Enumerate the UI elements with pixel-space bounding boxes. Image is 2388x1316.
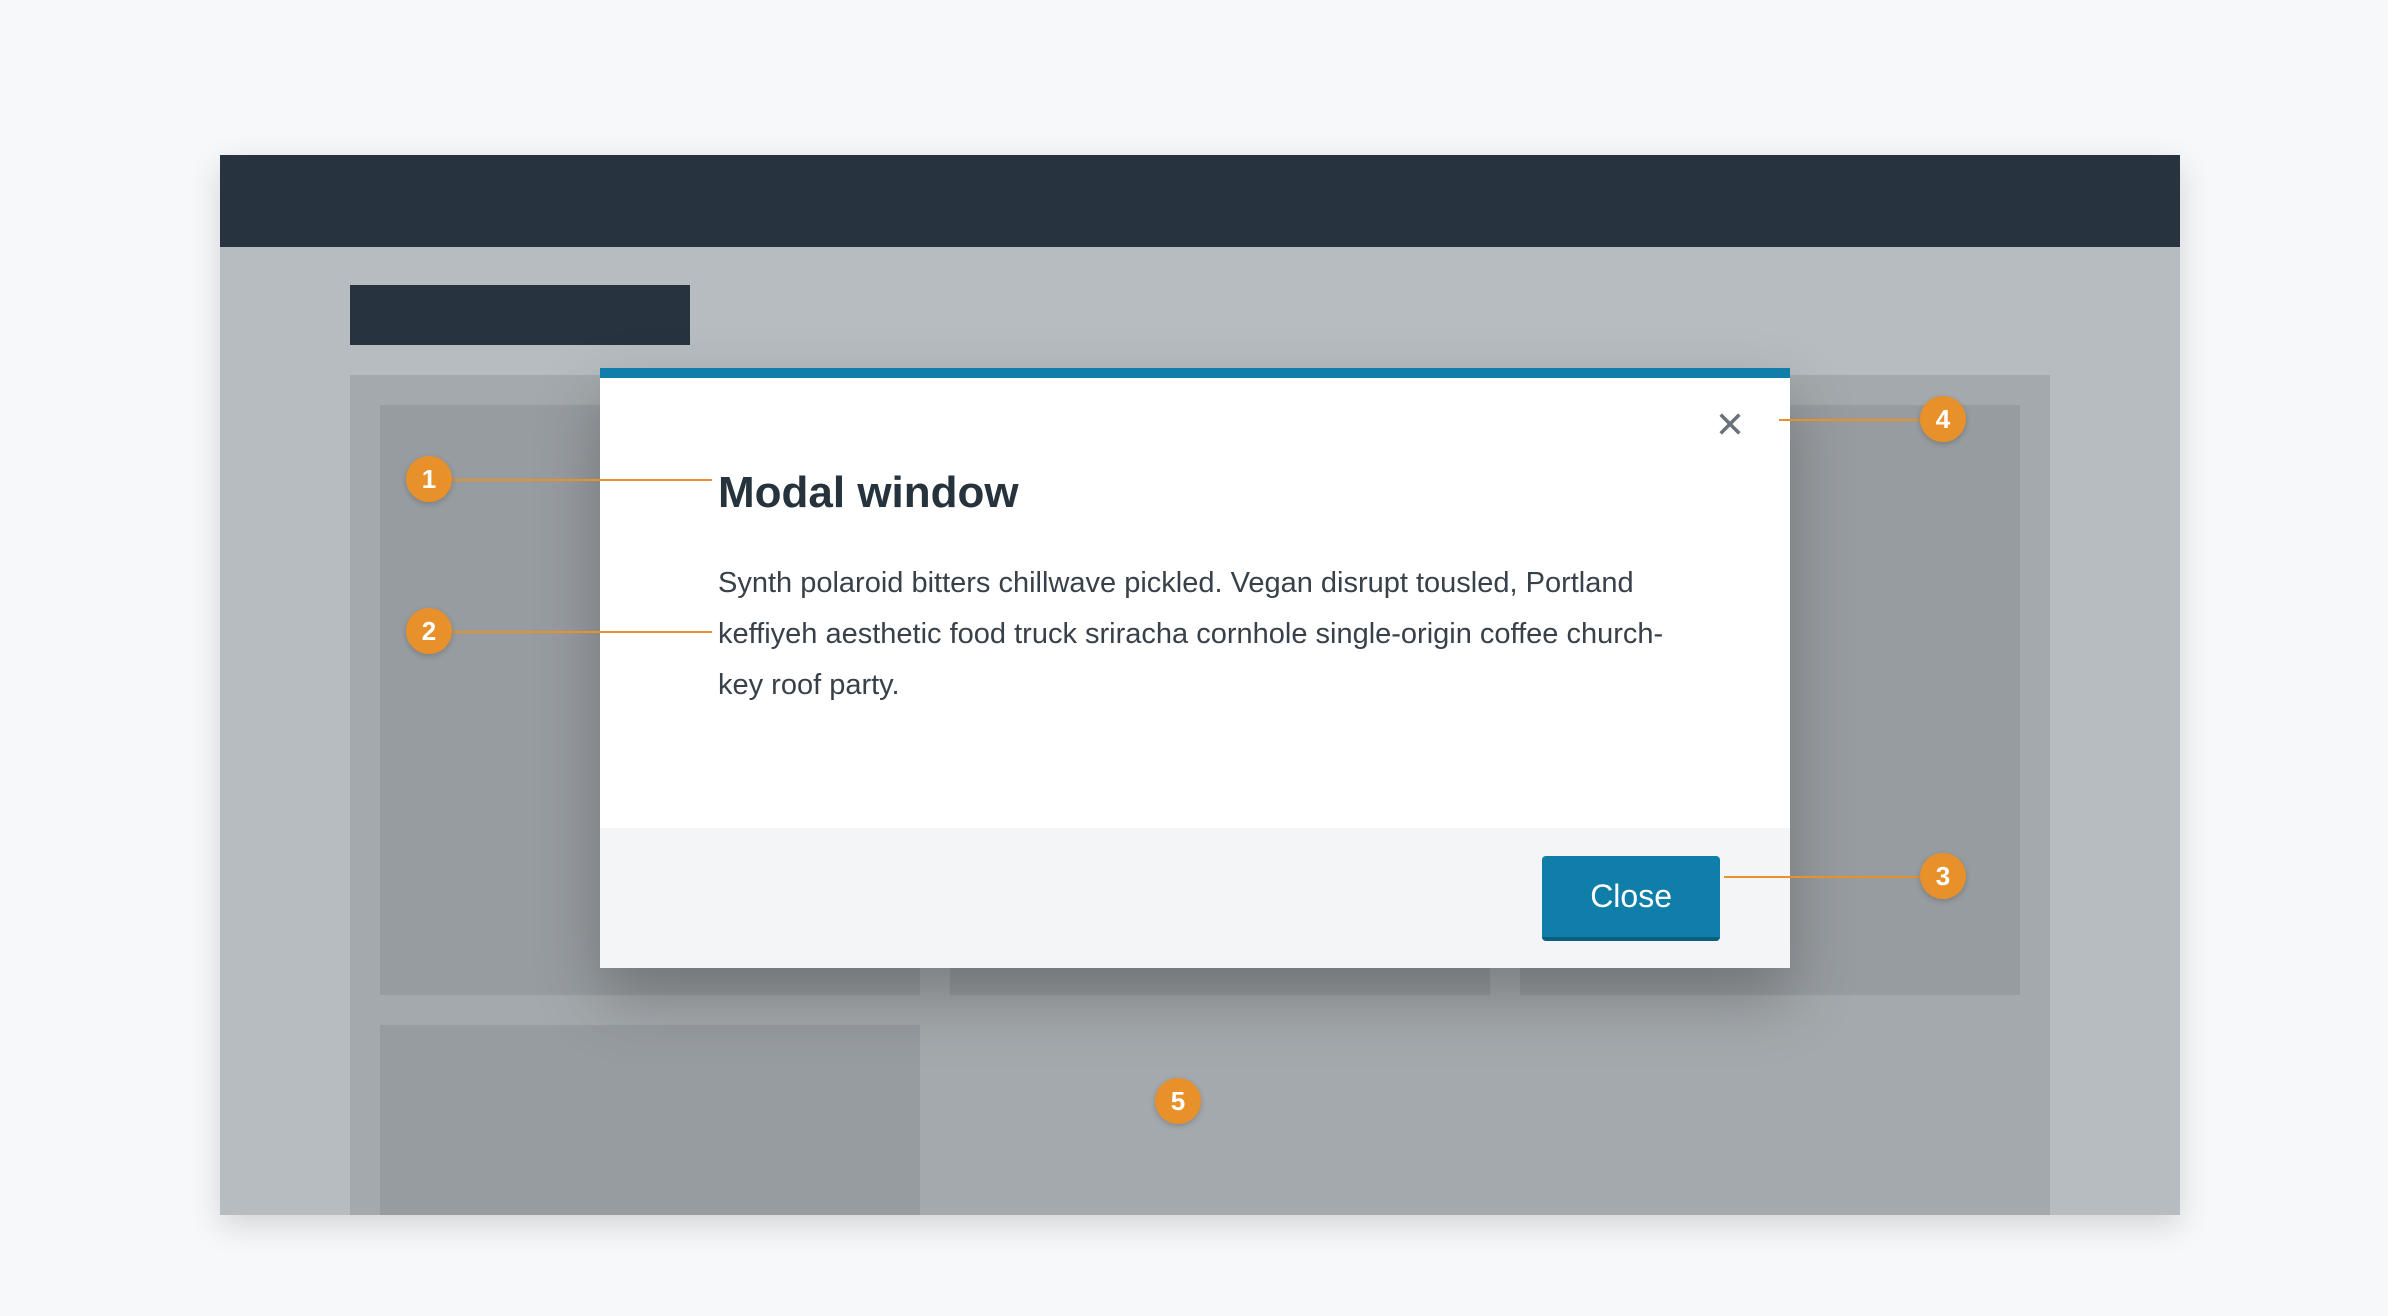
callout-leader	[452, 631, 712, 633]
modal-window: Modal window Synth polaroid bitters chil…	[600, 368, 1790, 968]
callout-badge-5: 5	[1155, 1078, 1201, 1124]
app-toolbar-placeholder	[350, 285, 690, 345]
content-card	[380, 1025, 920, 1215]
callout-badge-4: 4	[1920, 396, 1966, 442]
modal-close-button[interactable]	[1710, 406, 1750, 446]
modal-body-text: Synth polaroid bitters chillwave pickled…	[718, 558, 1668, 710]
modal-footer: Close	[600, 828, 1790, 968]
callout-badge-3: 3	[1920, 853, 1966, 899]
callout-leader	[1724, 876, 1920, 878]
callout-leader	[452, 479, 712, 481]
close-icon	[1716, 410, 1744, 443]
diagram-canvas: Modal window Synth polaroid bitters chil…	[0, 0, 2388, 1316]
modal-title: Modal window	[718, 468, 1019, 518]
app-topbar	[220, 155, 2180, 247]
callout-leader	[1779, 419, 1920, 421]
callout-badge-1: 1	[406, 456, 452, 502]
close-button[interactable]: Close	[1542, 856, 1720, 941]
callout-badge-2: 2	[406, 608, 452, 654]
